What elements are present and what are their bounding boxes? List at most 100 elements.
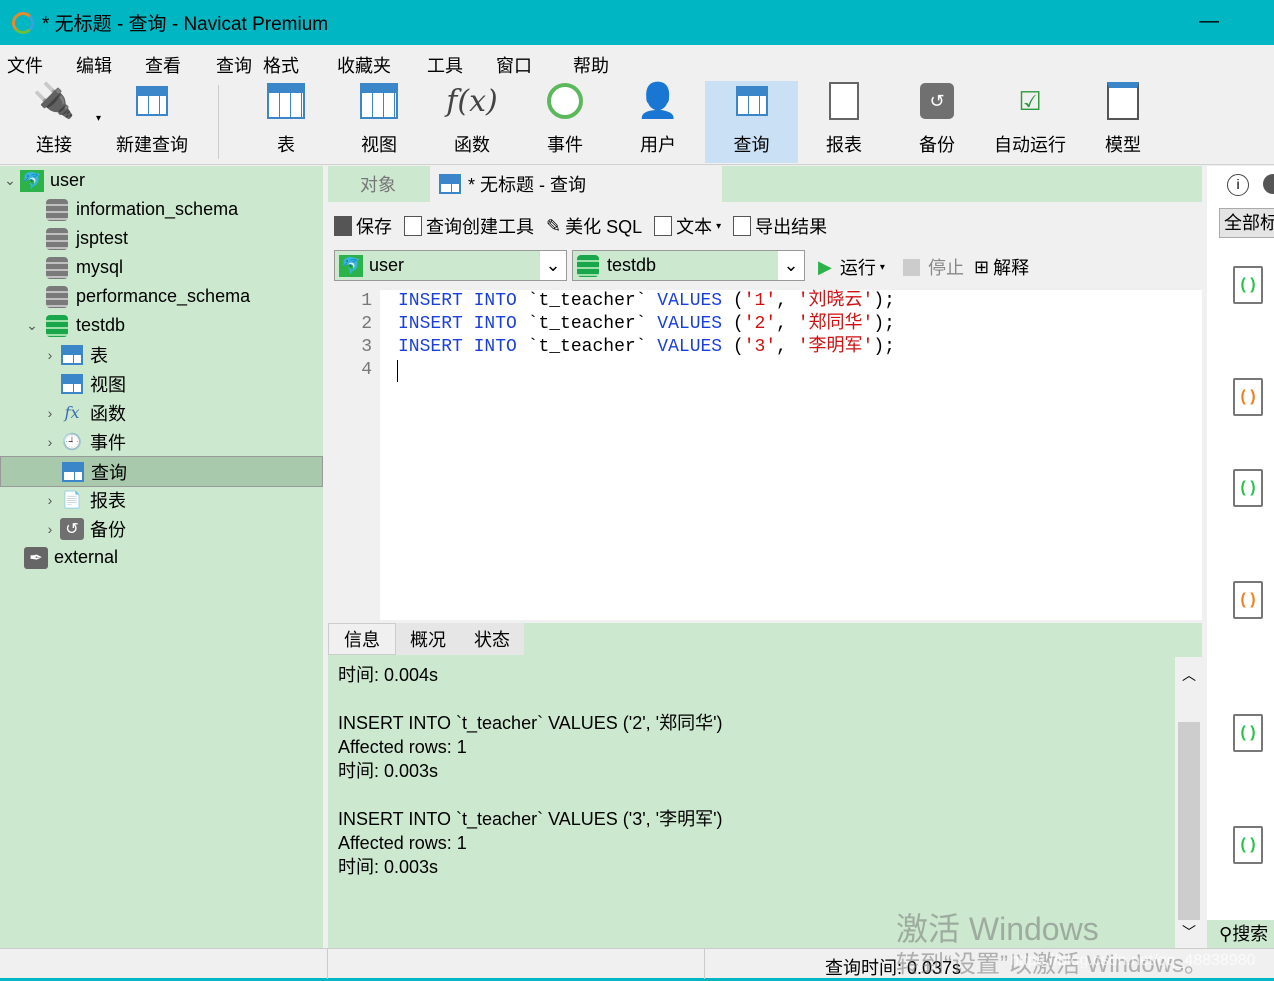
event-button[interactable]: 事件 [525,81,605,163]
table-button[interactable]: 表 [246,81,326,163]
run-button[interactable]: ▶ 运行 ▾ [818,254,885,280]
tree-db-jsptest[interactable]: jsptest [0,224,323,253]
report-icon [824,81,864,121]
tree-db-information-schema[interactable]: information_schema [0,195,323,224]
stop-button[interactable]: 停止 [903,254,964,280]
scroll-up-icon[interactable]: ︿ [1176,660,1202,690]
menu-file[interactable]: 文件 [7,52,43,78]
clock-icon [545,81,585,121]
message-line: INSERT INTO `t_teacher` VALUES ('3', '李明… [338,809,723,829]
backup-button[interactable]: ↺ 备份 [897,81,977,163]
query-button[interactable]: 查询 [705,81,798,163]
tree-connection-external[interactable]: ✒ external [0,543,323,572]
backup-icon: ↺ [917,81,957,121]
snippet-item[interactable]: ( ) [1233,714,1263,752]
navigation-tree: ⌄ 🐬 user information_schema jsptest mysql … [0,166,323,948]
menu-bar: 文件 编辑 查看 查询 格式 收藏夹 工具 窗口 帮助 [0,45,1274,81]
menu-query[interactable]: 查询 [216,52,252,78]
title-bar: * 无标题 - 查询 - Navicat Premium [0,0,1274,45]
database-select[interactable]: testdb ⌄ [572,250,805,281]
connection-select[interactable]: 🐬 user ⌄ [334,250,567,281]
function-button[interactable]: f(x) 函数 [432,81,512,163]
automation-button[interactable]: ☑ 自动运行 [990,81,1070,163]
tree-connection-user[interactable]: ⌄ 🐬 user [0,166,323,195]
save-button[interactable]: 保存 [334,213,392,239]
new-query-button[interactable]: 新建查询 [108,81,196,163]
query-builder-button[interactable]: 查询创建工具 [404,213,534,239]
connect-dropdown-icon[interactable]: ▾ [96,113,101,124]
code-area[interactable]: INSERT INTO `t_teacher` VALUES ('1', '刘晓… [398,290,895,359]
model-button[interactable]: 模型 [1083,81,1163,163]
query-icon [61,461,85,483]
clock-icon: 🕘 [62,433,82,451]
minimize-button[interactable]: — [1199,10,1219,33]
table-icon [60,344,84,366]
menu-favorites[interactable]: 收藏夹 [337,52,391,78]
main-toolbar: 🔌 连接 ▾ 新建查询 表 视图 f(x) 函数 事件 👤 用户 查询 报表 ↺ 备份 … [0,81,1274,165]
vertical-scrollbar[interactable]: ︿ ﹀ [1176,660,1202,948]
tree-db-mysql[interactable]: mysql [0,253,323,282]
export-results-button[interactable]: 导出结果 [733,213,827,239]
chevron-down-icon[interactable]: ⌄ [22,317,42,334]
info-icon[interactable]: i [1227,174,1249,196]
report-button[interactable]: 报表 [804,81,884,163]
eye-icon[interactable] [1263,174,1274,194]
tree-functions[interactable]: › fx 函数 [0,398,323,427]
tab-status[interactable]: 状态 [460,623,524,655]
explain-button[interactable]: ⊞ 解释 [974,254,1029,280]
stop-icon [903,258,920,276]
chevron-right-icon[interactable]: › [40,434,60,450]
tree-reports[interactable]: › 📄 报表 [0,485,323,514]
tab-info[interactable]: 信息 [328,623,396,655]
beautify-sql-button[interactable]: ✎ 美化 SQL [546,213,642,239]
text-button[interactable]: 文本 ▾ [654,213,721,239]
chevron-right-icon[interactable]: › [40,492,60,508]
tab-overview[interactable]: 概况 [396,623,460,655]
menu-tools[interactable]: 工具 [427,52,463,78]
connect-button[interactable]: 🔌 连接 [14,81,94,163]
tree-db-testdb[interactable]: ⌄ testdb [0,311,323,340]
snippet-item[interactable]: ( ) [1233,378,1263,416]
snippet-item[interactable]: ( ) [1233,469,1263,507]
table-icon [266,81,306,121]
menu-view[interactable]: 查看 [145,52,181,78]
schedule-icon: ☑ [1018,85,1042,116]
message-line: Affected rows: 1 [338,737,467,757]
text-icon [654,216,673,236]
database-icon [46,198,68,221]
line-numbers: 1 2 3 4 [328,290,380,620]
tree-views[interactable]: 视图 [0,369,323,398]
tree-db-performance-schema[interactable]: performance_schema [0,282,323,311]
scroll-thumb[interactable] [1178,722,1200,920]
query-icon [438,173,462,195]
menu-format[interactable]: 格式 [263,52,299,78]
search-icon: ⚲ [1219,924,1233,944]
sql-editor[interactable]: 1 2 3 4 INSERT INTO `t_teacher` VALUES (… [328,290,1202,620]
menu-help[interactable]: 帮助 [573,52,609,78]
chevron-right-icon[interactable]: › [40,347,60,363]
report-icon: 📄 [62,491,82,509]
user-button[interactable]: 👤 用户 [618,81,698,163]
snippet-item[interactable]: ( ) [1233,266,1263,304]
tree-events[interactable]: › 🕘 事件 [0,427,323,456]
tree-queries[interactable]: 查询 [0,456,323,487]
tree-backups[interactable]: › ↺ 备份 [0,514,323,543]
scroll-down-icon[interactable]: ﹀ [1176,922,1202,942]
chevron-right-icon[interactable]: › [40,521,60,537]
chevron-down-icon[interactable]: ⌄ [0,172,20,189]
snippet-search[interactable]: ⚲搜索 [1207,920,1274,948]
tab-objects[interactable]: 对象 [328,166,428,202]
menu-window[interactable]: 窗口 [496,52,532,78]
plug-add-icon: 🔌 [32,82,76,120]
chevron-right-icon[interactable]: › [40,405,60,421]
chevron-down-icon: ⌄ [540,251,566,280]
chevron-down-icon: ⌄ [778,251,804,280]
tree-tables[interactable]: › 表 [0,340,323,369]
view-button[interactable]: 视图 [339,81,419,163]
tab-query[interactable]: * 无标题 - 查询 [430,166,722,202]
snippet-item[interactable]: ( ) [1233,581,1263,619]
snippet-item[interactable]: ( ) [1233,826,1263,864]
menu-edit[interactable]: 编辑 [76,52,112,78]
explain-icon: ⊞ [974,256,990,277]
filter-all-tags-button[interactable]: 全部标 [1219,208,1274,238]
